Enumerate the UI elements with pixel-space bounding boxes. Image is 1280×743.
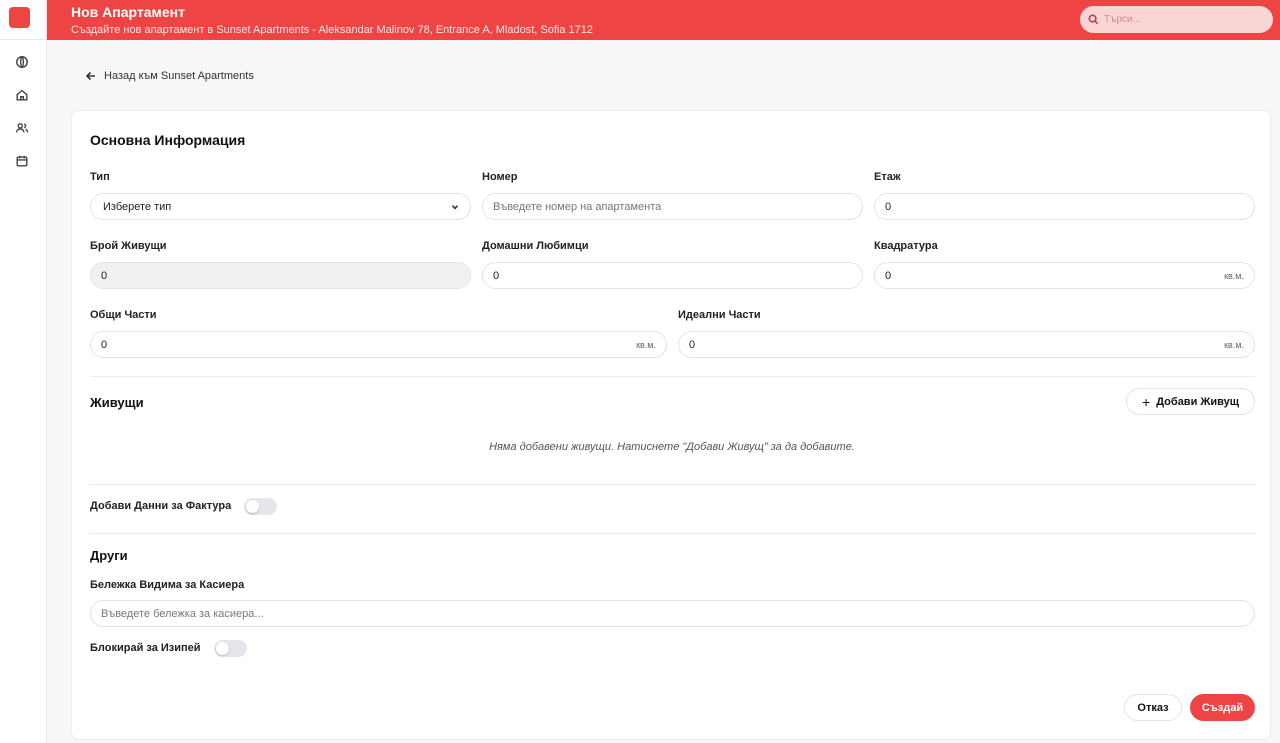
- area-value: 0: [885, 269, 892, 282]
- ideal-parts-unit: кв.м.: [1224, 339, 1244, 350]
- divider: [90, 376, 1255, 377]
- toggle-knob: [216, 642, 229, 655]
- other-title: Други: [90, 548, 128, 563]
- toggle-knob: [246, 500, 259, 513]
- pets-label: Домашни Любимци: [482, 240, 589, 252]
- divider: [90, 533, 1255, 534]
- floor-field[interactable]: 0: [874, 193, 1255, 220]
- type-select-value: Изберете тип: [103, 200, 172, 213]
- invoice-toggle-label: Добави Данни за Фактура: [90, 500, 232, 512]
- pets-value: 0: [493, 269, 500, 282]
- number-input[interactable]: [493, 200, 852, 213]
- cashier-note-input[interactable]: [101, 607, 1244, 620]
- app-logo[interactable]: [9, 7, 30, 28]
- section-title-basic-info: Основна Информация: [90, 132, 246, 148]
- common-parts-label: Общи Части: [90, 309, 157, 321]
- page-subtitle: Създайте нов апартамент в Sunset Apartme…: [71, 24, 593, 36]
- number-label: Номер: [482, 171, 518, 183]
- sidebar: [0, 0, 47, 743]
- pets-field[interactable]: 0: [482, 262, 863, 289]
- type-select[interactable]: Изберете тип: [90, 193, 471, 220]
- back-link-label: Назад към Sunset Apartments: [104, 70, 254, 82]
- residents-empty-message: Няма добавени живущи. Натиснете "Добави …: [489, 441, 855, 453]
- ideal-parts-label: Идеални Части: [678, 309, 761, 321]
- common-parts-field[interactable]: 0 кв.м.: [90, 331, 667, 358]
- type-label: Тип: [90, 171, 110, 183]
- arrow-left-icon: [85, 71, 95, 81]
- globe-icon[interactable]: [14, 54, 30, 70]
- cashier-note-label: Бележка Видима за Касиера: [90, 579, 245, 591]
- residents-count-label: Брой Живущи: [90, 240, 167, 252]
- floor-label: Етаж: [874, 171, 901, 183]
- cancel-button[interactable]: Отказ: [1124, 694, 1182, 721]
- residents-count-value: 0: [101, 269, 108, 282]
- calendar-icon[interactable]: [14, 153, 30, 169]
- create-button[interactable]: Създай: [1190, 694, 1255, 721]
- residents-count-field: 0: [90, 262, 471, 289]
- ideal-parts-field[interactable]: 0 кв.м.: [678, 331, 1255, 358]
- invoice-toggle[interactable]: [244, 498, 277, 515]
- users-icon[interactable]: [14, 120, 30, 136]
- page-title: Нов Апартамент: [71, 4, 185, 20]
- block-easypay-label: Блокирай за Изипей: [90, 642, 201, 654]
- number-field[interactable]: [482, 193, 863, 220]
- search-input[interactable]: [1104, 14, 1254, 25]
- cashier-note-field[interactable]: [90, 600, 1255, 627]
- common-parts-unit: кв.м.: [636, 339, 656, 350]
- search-icon: [1088, 14, 1099, 25]
- area-label: Квадратура: [874, 240, 938, 252]
- block-easypay-toggle[interactable]: [214, 640, 247, 657]
- top-bar: Нов Апартамент Създайте нов апартамент в…: [47, 0, 1280, 40]
- residents-title: Живущи: [90, 395, 144, 410]
- apartment-form-card: Основна Информация Тип Номер Етаж Избере…: [71, 110, 1271, 740]
- area-unit: кв.м.: [1224, 270, 1244, 281]
- divider: [90, 484, 1255, 485]
- home-icon[interactable]: [14, 87, 30, 103]
- plus-icon: +: [1142, 393, 1151, 410]
- add-resident-label: Добави Живущ: [1156, 395, 1239, 408]
- common-parts-value: 0: [101, 338, 108, 351]
- add-resident-button[interactable]: + Добави Живущ: [1126, 388, 1255, 415]
- area-field[interactable]: 0 кв.м.: [874, 262, 1255, 289]
- chevron-down-icon: [451, 204, 459, 210]
- search-box[interactable]: [1080, 6, 1273, 33]
- back-link[interactable]: Назад към Sunset Apartments: [85, 70, 254, 82]
- ideal-parts-value: 0: [689, 338, 696, 351]
- logo-area: [0, 0, 46, 40]
- floor-value: 0: [885, 200, 892, 213]
